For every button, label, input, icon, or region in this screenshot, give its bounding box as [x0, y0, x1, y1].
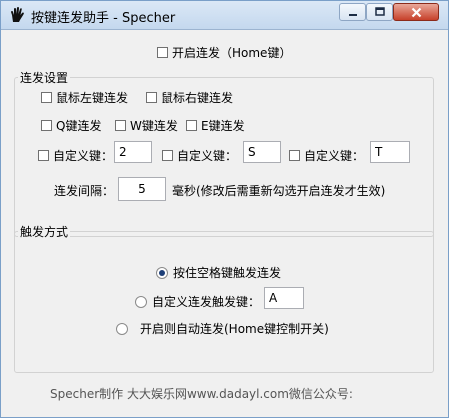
custom-key-3-label: 自定义键： [304, 149, 365, 163]
enable-repeat-label: 开启连发（Home键） [172, 46, 292, 60]
radio-dot[interactable] [116, 322, 128, 335]
title-bar[interactable]: 按键连发助手 - Specher [1, 1, 448, 30]
mouse-left-label: 鼠标左键连发 [56, 91, 129, 105]
checkbox-box[interactable] [115, 120, 126, 131]
mouse-right-label: 鼠标右键连发 [161, 91, 234, 105]
hand-icon [11, 7, 24, 22]
window-title: 按键连发助手 - Specher [31, 11, 176, 26]
checkbox-box[interactable] [38, 150, 49, 161]
q-key-label: Q键连发 [56, 119, 102, 133]
footer-credits: Specher制作 大大娱乐网www.dadayl.com微信公众号: [50, 387, 353, 401]
e-key-checkbox[interactable]: E键连发 [186, 117, 245, 134]
custom-key-1-input[interactable] [114, 141, 152, 163]
checkbox-box[interactable] [41, 92, 52, 103]
app-window: 按键连发助手 - Specher 开启连发（Home键） 连发设置 鼠标左键连发… [0, 0, 449, 418]
checkbox-box[interactable] [186, 120, 197, 131]
client-area: 开启连发（Home键） 连发设置 鼠标左键连发 鼠标右键连发 Q键连发 W键连发… [8, 30, 441, 410]
repeat-settings-title: 连发设置 [18, 69, 71, 86]
custom-key-1-label: 自定义键： [53, 149, 114, 163]
trigger-mode-title: 触发方式 [18, 223, 71, 240]
radio-dot[interactable] [135, 295, 147, 308]
custom-trigger-label: 自定义连发触发键： [152, 295, 261, 309]
hold-space-radio[interactable]: 按住空格键触发连发 [156, 264, 281, 281]
custom-key-2-checkbox[interactable]: 自定义键： [162, 147, 237, 164]
custom-key-3-checkbox[interactable]: 自定义键： [289, 147, 364, 164]
auto-start-radio[interactable]: 开启则自动连发(Home键控制开关) [116, 320, 329, 337]
checkbox-box[interactable] [146, 92, 157, 103]
custom-trigger-input[interactable] [264, 287, 304, 309]
checkbox-box[interactable] [289, 150, 300, 161]
custom-key-1-checkbox[interactable]: 自定义键： [38, 147, 113, 164]
custom-trigger-radio[interactable]: 自定义连发触发键： [135, 293, 260, 310]
checkbox-box[interactable] [157, 47, 168, 58]
maximize-icon [374, 7, 385, 16]
checkbox-box[interactable] [41, 120, 52, 131]
minimize-button[interactable] [339, 3, 366, 21]
hold-space-label: 按住空格键触发连发 [173, 266, 282, 280]
custom-key-3-input[interactable] [370, 141, 410, 163]
minimize-icon [348, 14, 357, 16]
interval-input[interactable] [118, 177, 166, 201]
interval-unit-note: 毫秒(修改后需重新勾选开启连发才生效) [172, 184, 386, 198]
custom-key-2-input[interactable] [243, 141, 281, 163]
w-key-checkbox[interactable]: W键连发 [115, 117, 178, 134]
enable-repeat-checkbox[interactable]: 开启连发（Home键） [157, 44, 291, 61]
close-button[interactable] [393, 3, 439, 21]
interval-label: 连发间隔： [54, 184, 115, 198]
mouse-right-checkbox[interactable]: 鼠标右键连发 [146, 89, 233, 106]
e-key-label: E键连发 [201, 119, 245, 133]
custom-key-2-label: 自定义键： [177, 149, 238, 163]
w-key-label: W键连发 [130, 119, 178, 133]
q-key-checkbox[interactable]: Q键连发 [41, 117, 101, 134]
close-icon [411, 7, 421, 17]
maximize-button[interactable] [366, 3, 393, 21]
radio-dot[interactable] [156, 266, 168, 279]
mouse-left-checkbox[interactable]: 鼠标左键连发 [41, 89, 128, 106]
auto-start-label: 开启则自动连发(Home键控制开关) [140, 322, 329, 336]
checkbox-box[interactable] [162, 150, 173, 161]
